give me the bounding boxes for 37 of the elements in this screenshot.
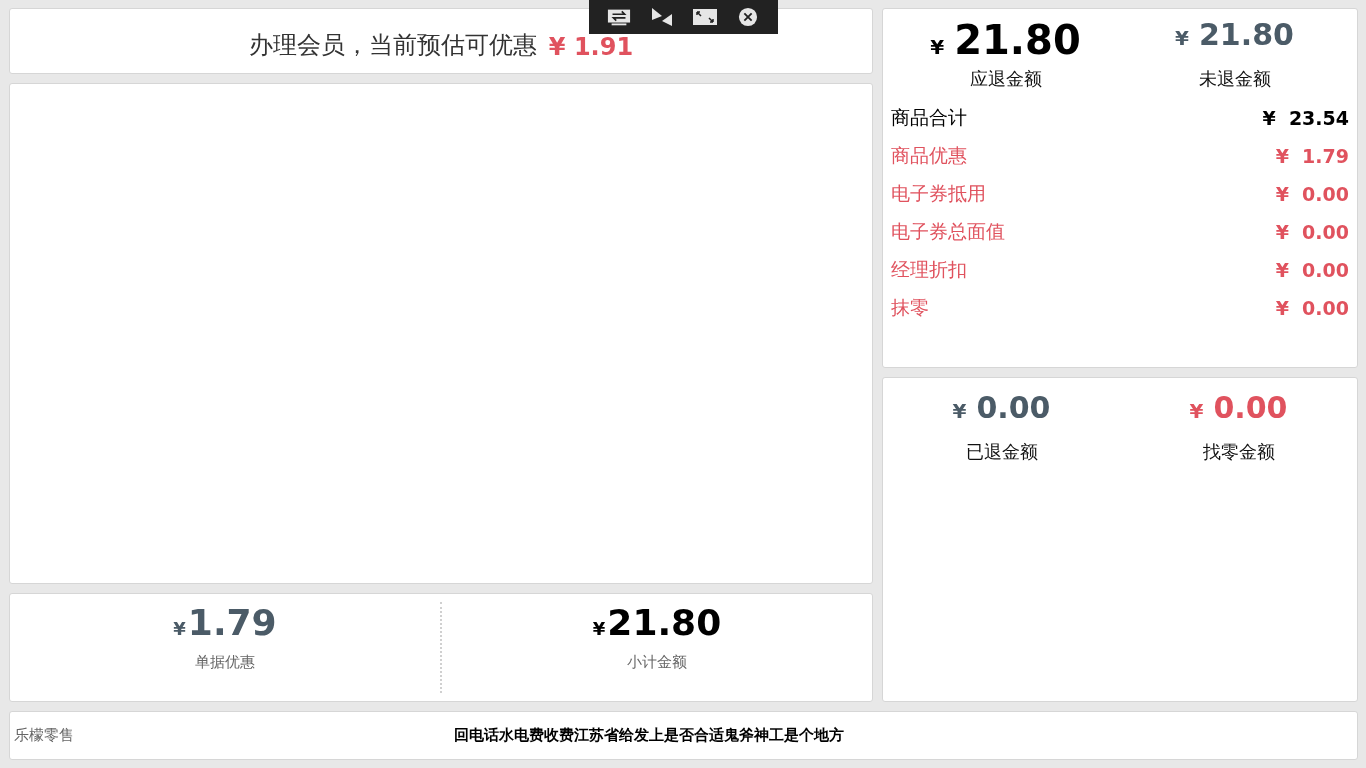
breakdown-label: 抹零 [891, 295, 929, 320]
amount-value: 0.00 [1213, 390, 1288, 425]
amount-label: 已退金额 [965, 440, 1038, 464]
amount-value: 0.00 [976, 390, 1051, 425]
promo-amount: ¥ 1.91 [548, 33, 634, 61]
breakdown-value: ¥ 0.00 [1275, 297, 1349, 319]
breakdown-value: ¥ 0.00 [1275, 183, 1349, 205]
currency-sign: ¥ [930, 35, 945, 59]
breakdown-value: ¥ 0.00 [1275, 259, 1349, 281]
breakdown-label: 电子券抵用 [891, 181, 986, 206]
currency-sign: ¥ [592, 618, 606, 639]
scrolling-message: 回电话水电费收费江苏省给发上是否合适鬼斧神工是个地方 [454, 726, 844, 745]
amount-value: 21.80 [954, 17, 1081, 63]
currency-sign: ¥ [1189, 399, 1204, 423]
currency-sign: ¥ [952, 399, 967, 423]
breakdown-label: 电子券总面值 [891, 219, 1005, 244]
swap-icon[interactable] [606, 7, 631, 27]
currency-sign: ¥ [1175, 26, 1189, 50]
amount-value: 21.80 [607, 602, 722, 643]
breakdown-value: ¥ 1.79 [1275, 145, 1349, 167]
amount-value: 1.79 [187, 602, 277, 643]
breakdown-label: 商品合计 [891, 105, 967, 130]
currency-sign: ¥ [173, 618, 186, 639]
amount-value: 21.80 [1199, 17, 1294, 52]
amount-label: 找零金额 [1202, 440, 1275, 464]
brand-name: 乐檬零售 [14, 726, 75, 745]
resize-icon[interactable] [693, 7, 718, 27]
amount-label: 小计金额 [627, 653, 687, 672]
breakdown-label: 经理折扣 [891, 257, 967, 282]
amount-label: 单据优惠 [195, 653, 255, 672]
mirror-icon[interactable] [649, 7, 674, 27]
breakdown-value: ¥ 23.54 [1262, 107, 1349, 129]
promo-text: 办理会员，当前预估可优惠 [248, 30, 537, 61]
breakdown-label: 商品优惠 [891, 143, 967, 168]
amount-label: 应退金额 [969, 67, 1042, 91]
breakdown-value: ¥ 0.00 [1275, 221, 1349, 243]
amount-label: 未退金额 [1198, 67, 1271, 91]
